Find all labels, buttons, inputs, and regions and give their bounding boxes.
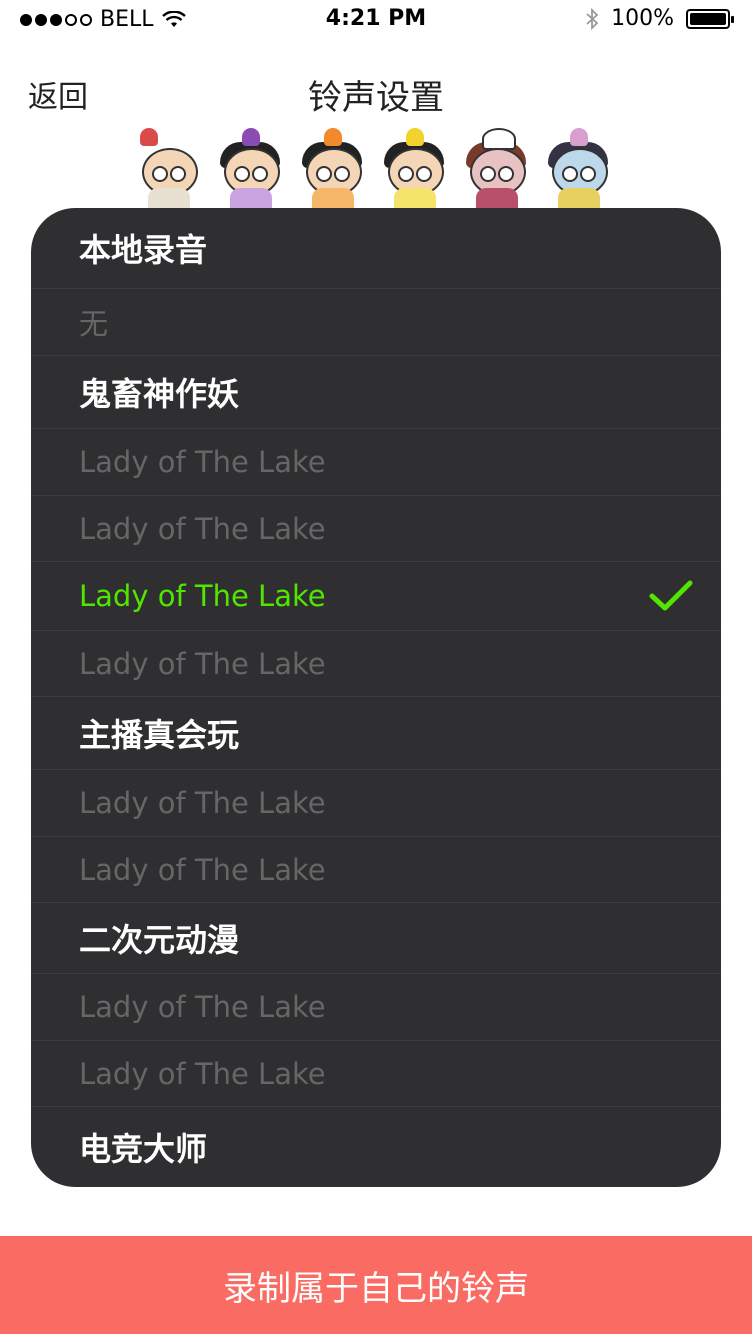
category-header: 电竞大师 [31,1107,721,1187]
category-header: 主播真会玩 [31,697,721,770]
character-illustration [296,128,368,208]
ringtone-label: Lady of The Lake [79,646,326,681]
status-right: 100% [585,6,734,31]
category-label: 本地录音 [79,231,208,269]
ringtone-label: 无 [79,307,109,341]
category-header: 鬼畜神作妖 [31,356,721,429]
battery-percent: 100% [611,6,674,31]
checkmark-icon [649,580,693,611]
character-illustration [214,128,286,208]
ringtone-list-panel: 本地录音 无 鬼畜神作妖 Lady of The Lake Lady of Th… [31,208,721,1187]
ringtone-row[interactable]: Lady of The Lake [31,631,721,697]
ringtone-row[interactable]: Lady of The Lake [31,770,721,837]
ringtone-row[interactable]: Lady of The Lake [31,837,721,903]
category-label: 主播真会玩 [79,716,240,754]
character-illustration [132,128,204,208]
character-illustration [460,128,532,208]
category-label: 二次元动漫 [79,921,240,959]
character-illustration [378,128,450,208]
ringtone-row[interactable]: Lady of The Lake [31,429,721,496]
status-bar: BELL 4:21 PM 100% [0,0,752,40]
character-banner [132,128,622,208]
ringtone-label: Lady of The Lake [79,852,326,887]
category-header: 本地录音 [31,208,721,289]
ringtone-label: Lady of The Lake [79,990,326,1024]
category-label: 鬼畜神作妖 [79,375,240,413]
ringtone-row-selected[interactable]: Lady of The Lake [31,562,721,631]
category-header: 二次元动漫 [31,903,721,974]
ringtone-label: Lady of The Lake [79,579,326,613]
ringtone-row[interactable]: Lady of The Lake [31,496,721,562]
page-title: 铃声设置 [308,78,444,118]
ringtone-label: Lady of The Lake [79,511,326,546]
category-label: 电竞大师 [79,1130,208,1168]
record-ringtone-button[interactable]: 录制属于自己的铃声 [0,1236,752,1334]
character-illustration [542,128,614,208]
ringtone-row[interactable]: Lady of The Lake [31,974,721,1041]
ringtone-row[interactable]: Lady of The Lake [31,1041,721,1107]
ringtone-row[interactable]: 无 [31,289,721,356]
ringtone-label: Lady of The Lake [79,1056,326,1091]
battery-icon [686,8,734,29]
bluetooth-icon [586,7,599,30]
ringtone-label: Lady of The Lake [79,786,326,820]
ringtone-label: Lady of The Lake [79,445,326,479]
